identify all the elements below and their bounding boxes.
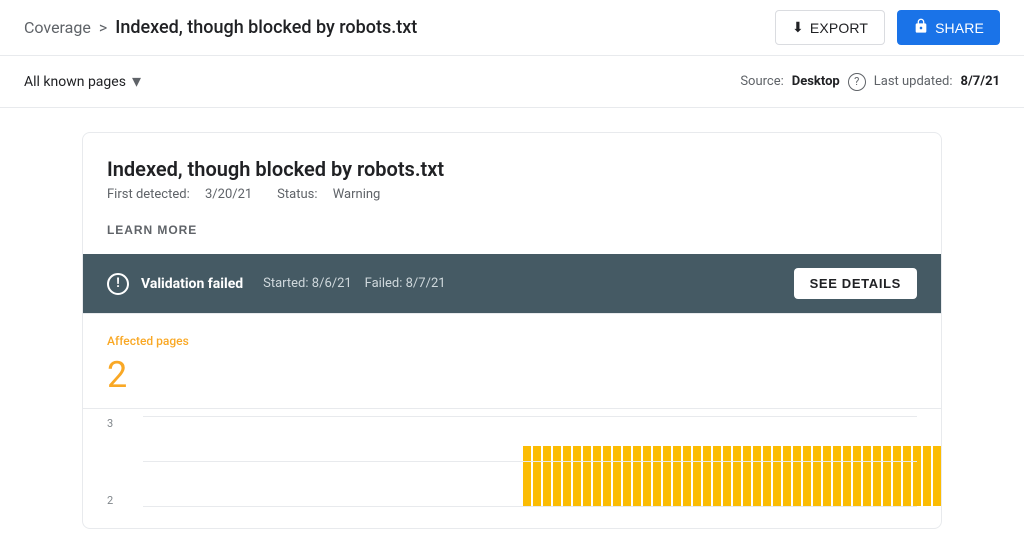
chart-bar	[583, 446, 591, 506]
chart-bar	[633, 446, 641, 506]
alert-icon: !	[107, 273, 129, 295]
content-area: Indexed, though blocked by robots.txt Fi…	[0, 108, 1024, 558]
chart-bar	[703, 446, 711, 506]
chart-bar	[903, 446, 911, 506]
last-updated-label: Last updated:	[874, 74, 953, 89]
validation-title: Validation failed	[141, 276, 243, 292]
dropdown-arrow-icon[interactable]: ▾	[132, 71, 141, 92]
help-icon[interactable]: ?	[848, 73, 866, 91]
chart-bar	[593, 446, 601, 506]
chart-bar	[713, 446, 721, 506]
status-label: Status:	[277, 187, 317, 202]
card-header: Indexed, though blocked by robots.txt Fi…	[83, 133, 941, 254]
validation-meta: Started: 8/6/21 Failed: 8/7/21	[263, 276, 445, 291]
affected-section: Affected pages 2	[83, 313, 941, 408]
learn-more-button[interactable]: LEARN MORE	[107, 223, 197, 237]
chart-bar	[733, 446, 741, 506]
first-detected-value: 3/20/21	[205, 187, 252, 202]
chart-bar	[843, 446, 851, 506]
chart-bar	[803, 446, 811, 506]
share-label: SHARE	[935, 20, 984, 36]
chart-bar	[743, 446, 751, 506]
chart-bar	[673, 446, 681, 506]
chart-y-label-2: 2	[107, 494, 113, 507]
chart-bar	[833, 446, 841, 506]
chart-bar	[663, 446, 671, 506]
chart-grid	[143, 417, 917, 507]
chart-bar	[863, 446, 871, 506]
chart-bar	[823, 446, 831, 506]
chart-bar	[603, 446, 611, 506]
chart-bar	[693, 446, 701, 506]
card-title: Indexed, though blocked by robots.txt	[107, 157, 917, 181]
chart-bar	[763, 446, 771, 506]
source-label: Source:	[740, 74, 783, 89]
chart-bar	[773, 446, 781, 506]
export-label: EXPORT	[810, 20, 868, 36]
breadcrumb-separator: >	[99, 18, 107, 37]
chart-bar	[563, 446, 571, 506]
validation-left: ! Validation failed Started: 8/6/21 Fail…	[107, 273, 446, 295]
filter-left: All known pages ▾	[24, 71, 141, 92]
last-updated-value: 8/7/21	[961, 74, 1000, 89]
export-icon: ⬇	[792, 19, 804, 36]
main-card: Indexed, though blocked by robots.txt Fi…	[82, 132, 942, 529]
chart-bar	[873, 446, 881, 506]
breadcrumb: Coverage > Indexed, though blocked by ro…	[24, 17, 417, 38]
chart-bar	[623, 446, 631, 506]
chart-bar	[893, 446, 901, 506]
status-value: Warning	[333, 187, 381, 202]
first-detected-label: First detected:	[107, 187, 190, 202]
filter-label: All known pages	[24, 74, 126, 90]
chart-bar	[543, 446, 551, 506]
chart-bar	[813, 446, 821, 506]
chart-bar	[533, 446, 541, 506]
affected-count: 2	[107, 354, 917, 396]
chart-section: 3 2	[83, 408, 941, 528]
chart-bar	[753, 446, 761, 506]
chart-bar	[933, 446, 941, 506]
chart-bar	[793, 446, 801, 506]
card-meta: First detected: 3/20/21 Status: Warning	[107, 187, 917, 202]
started-label: Started:	[263, 276, 308, 291]
breadcrumb-parent[interactable]: Coverage	[24, 18, 91, 37]
export-button[interactable]: ⬇ EXPORT	[775, 10, 885, 45]
validation-bar: ! Validation failed Started: 8/6/21 Fail…	[83, 254, 941, 313]
see-details-button[interactable]: SEE DETAILS	[794, 268, 917, 299]
chart-bar	[783, 446, 791, 506]
filter-bar: All known pages ▾ Source: Desktop ? Last…	[0, 56, 1024, 108]
share-button[interactable]: SHARE	[897, 10, 1000, 45]
chart-bar	[723, 446, 731, 506]
chart-bar	[643, 446, 651, 506]
chart-bar	[683, 446, 691, 506]
chart-bar	[573, 446, 581, 506]
affected-label: Affected pages	[107, 334, 917, 348]
chart-bar	[923, 446, 931, 506]
breadcrumb-current: Indexed, though blocked by robots.txt	[115, 17, 417, 38]
chart-bar	[853, 446, 861, 506]
chart-bar	[883, 446, 891, 506]
started-value: 8/6/21	[312, 276, 352, 291]
chart-y-labels: 3 2	[107, 417, 113, 507]
header-actions: ⬇ EXPORT SHARE	[775, 10, 1000, 45]
failed-value: 8/7/21	[406, 276, 446, 291]
chart-bar	[913, 446, 921, 506]
chart-bar	[613, 446, 621, 506]
source-value: Desktop	[792, 74, 840, 89]
header: Coverage > Indexed, though blocked by ro…	[0, 0, 1024, 56]
share-icon	[913, 18, 929, 37]
chart-bar	[523, 446, 531, 506]
chart-bar	[653, 446, 661, 506]
chart-bar	[553, 446, 561, 506]
filter-right: Source: Desktop ? Last updated: 8/7/21	[740, 73, 1000, 91]
chart-y-label-3: 3	[107, 417, 113, 430]
failed-label: Failed:	[365, 276, 403, 291]
